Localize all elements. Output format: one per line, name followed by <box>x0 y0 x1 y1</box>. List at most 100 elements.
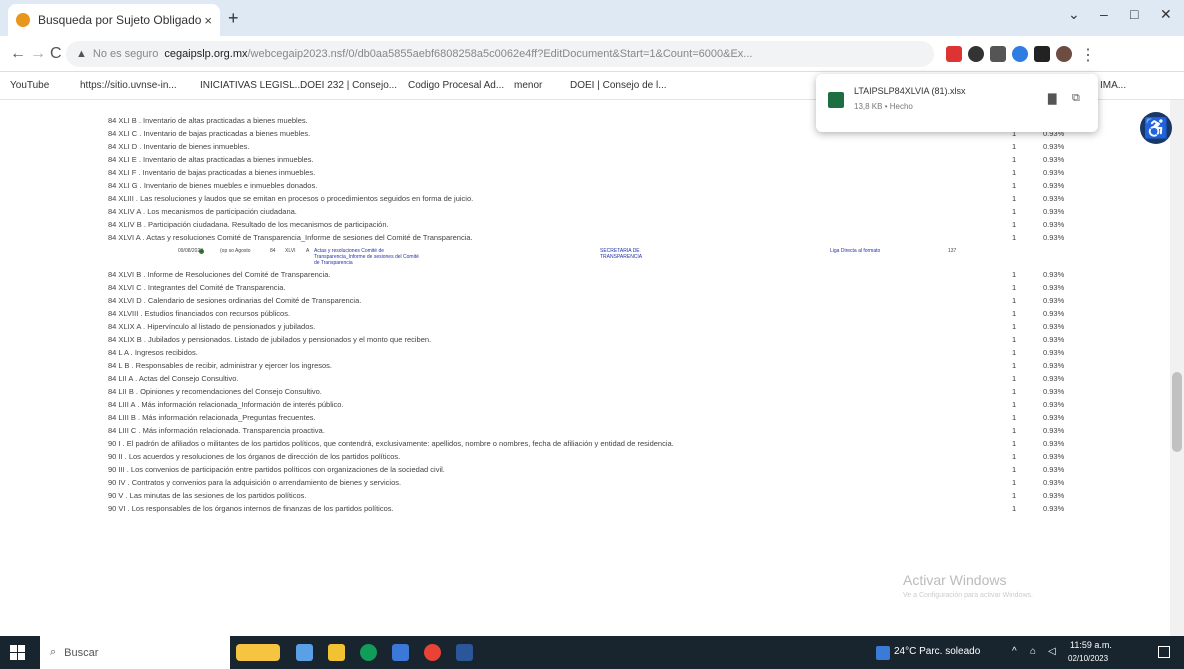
windows-start-icon[interactable] <box>10 645 25 660</box>
table-row[interactable]: 84 XLIII . Las resoluciones y laudos que… <box>0 192 1170 205</box>
row-label[interactable]: 90 II . Los acuerdos y resoluciones de l… <box>108 450 400 463</box>
row-label[interactable]: 84 LII B . Opiniones y recomendaciones d… <box>108 385 322 398</box>
bookmark-youtube[interactable]: YouTube <box>10 80 49 91</box>
table-row[interactable]: 84 L A . Ingresos recibidos. 1 0.93% <box>0 346 1170 359</box>
row-label[interactable]: 84 XLIV A . Los mecanismos de participac… <box>108 205 297 218</box>
detail-row[interactable]: 09/08/2023 (op so Agosto 84 XLVI A Actas y re… <box>108 244 1108 268</box>
accessibility-icon[interactable]: ♿ <box>1140 112 1172 144</box>
table-row[interactable]: 84 XLI D . Inventario de bienes inmueble… <box>0 140 1170 153</box>
row-label[interactable]: 84 XLVI B . Informe de Resoluciones del … <box>108 268 330 281</box>
scrollbar-thumb[interactable] <box>1172 372 1182 452</box>
row-label[interactable]: 84 XLVI C . Integrantes del Comité de Tr… <box>108 281 285 294</box>
chrome-icon[interactable] <box>424 644 441 661</box>
bookmark-item[interactable]: menor <box>514 80 542 91</box>
row-label[interactable]: 84 LIII B . Más información relacionada_… <box>108 411 316 424</box>
row-label[interactable]: 84 XLIV B . Participación ciudadana. Res… <box>108 218 389 231</box>
row-label[interactable]: 90 IV . Contratos y convenios para la ad… <box>108 476 401 489</box>
back-button[interactable]: ← <box>10 45 26 63</box>
row-label[interactable]: 84 L A . Ingresos recibidos. <box>108 346 198 359</box>
bookmark-item[interactable]: DOEI | Consejo de l... <box>570 80 667 91</box>
scrollbar[interactable] <box>1170 100 1184 636</box>
row-label[interactable]: 84 XLI B . Inventario de altas practicad… <box>108 114 308 127</box>
detail-area-link[interactable]: SECRETARIA DE TRANSPARENCIA <box>600 248 670 260</box>
table-row[interactable]: 90 IV . Contratos y convenios para la ad… <box>0 476 1170 489</box>
row-label[interactable]: 90 I . El padrón de afiliados o militant… <box>108 437 674 450</box>
bookmark-item[interactable]: https://sitio.uvnse-in... <box>80 80 177 91</box>
edge-icon[interactable] <box>360 644 377 661</box>
menu-icon[interactable]: ⋮ <box>1080 45 1096 65</box>
taskbar-search[interactable]: ⌕ Buscar <box>40 636 230 669</box>
row-label[interactable]: 84 LII A . Actas del Consejo Consultivo. <box>108 372 239 385</box>
task-view-icon[interactable] <box>296 644 313 661</box>
weather-text[interactable]: 24°C Parc. soleado <box>894 646 980 657</box>
bookmark-item[interactable]: IMA... <box>1100 80 1126 91</box>
table-row[interactable]: 84 XLVI D . Calendario de sesiones ordin… <box>0 294 1170 307</box>
table-row[interactable]: 84 LII B . Opiniones y recomendaciones d… <box>0 385 1170 398</box>
reload-button[interactable]: C <box>50 45 62 63</box>
table-row[interactable]: 84 XLVIII . Estudios financiados con rec… <box>0 307 1170 320</box>
browser-tab[interactable]: Busqueda por Sujeto Obligado × <box>8 4 220 36</box>
row-label[interactable]: 90 V . Las minutas de las sesiones de lo… <box>108 489 306 502</box>
row-label[interactable]: 90 III . Los convenios de participación … <box>108 463 445 476</box>
table-row[interactable]: 84 XLI G . Inventario de bienes muebles … <box>0 179 1170 192</box>
store-icon[interactable] <box>392 644 409 661</box>
row-label[interactable]: 84 LIII A . Más información relacionada_… <box>108 398 344 411</box>
minimize-button[interactable]: – <box>1100 6 1108 22</box>
close-window-button[interactable]: ✕ <box>1160 6 1172 23</box>
table-row[interactable]: 84 XLIV A . Los mecanismos de participac… <box>0 205 1170 218</box>
row-label[interactable]: 84 L B . Responsables de recibir, admini… <box>108 359 332 372</box>
table-row[interactable]: 84 L B . Responsables de recibir, admini… <box>0 359 1170 372</box>
table-row[interactable]: 84 XLVI B . Informe de Resoluciones del … <box>0 268 1170 281</box>
notification-icon[interactable] <box>1158 646 1170 658</box>
sidepanel-icon[interactable] <box>1034 46 1050 62</box>
reading-list-icon[interactable] <box>990 46 1006 62</box>
tab-close-icon[interactable]: × <box>204 13 212 28</box>
row-label[interactable]: 84 XLIX B . Jubilados y pensionados. Lis… <box>108 333 431 346</box>
download-icon[interactable] <box>1012 46 1028 62</box>
taskbar-widget-icon[interactable] <box>236 644 280 661</box>
row-label[interactable]: 84 XLVI D . Calendario de sesiones ordin… <box>108 294 361 307</box>
address-bar[interactable]: ▲ No es seguro cegaipslp.org.mx /webcega… <box>66 41 934 67</box>
new-tab-button[interactable]: + <box>228 8 239 29</box>
detail-format-link[interactable]: Liga Directa al formato <box>830 248 880 254</box>
open-external-icon[interactable]: ⧉ <box>1072 92 1080 105</box>
table-row[interactable]: 84 XLVI C . Integrantes del Comité de Tr… <box>0 281 1170 294</box>
profile-avatar[interactable] <box>1056 46 1072 62</box>
row-label[interactable]: 84 XLI E . Inventario de altas practicad… <box>108 153 314 166</box>
download-file-name[interactable]: LTAIPSLP84XLVIA (81).xlsx <box>854 86 966 96</box>
volume-icon[interactable]: ◁ <box>1048 646 1056 657</box>
table-row[interactable]: 84 XLI F . Inventario de bajas practicad… <box>0 166 1170 179</box>
row-label[interactable]: 90 VI . Los responsables de los órganos … <box>108 502 394 515</box>
clock-time[interactable]: 11:59 a.m. <box>1070 640 1112 650</box>
table-row[interactable]: 84 XLIX B . Jubilados y pensionados. Lis… <box>0 333 1170 346</box>
file-explorer-icon[interactable] <box>328 644 345 661</box>
table-row[interactable]: 90 V . Las minutas de las sesiones de lo… <box>0 489 1170 502</box>
table-row[interactable]: 90 II . Los acuerdos y resoluciones de l… <box>0 450 1170 463</box>
pdf-extension-icon[interactable] <box>946 46 962 62</box>
row-label[interactable]: 84 XLIII . Las resoluciones y laudos que… <box>108 192 473 205</box>
table-row[interactable]: 84 XLVI A . Actas y resoluciones Comité … <box>0 231 1170 244</box>
row-label[interactable]: 84 XLIX A . Hipervínculo al listado de p… <box>108 320 315 333</box>
network-icon[interactable]: ⌂ <box>1030 646 1036 657</box>
table-row[interactable]: 84 XLIV B . Participación ciudadana. Res… <box>0 218 1170 231</box>
bookmark-item[interactable]: Codigo Procesal Ad... <box>408 80 504 91</box>
folder-icon[interactable]: ▇ <box>1048 92 1056 105</box>
maximize-button[interactable]: □ <box>1130 6 1138 22</box>
clock-date[interactable]: 02/10/2023 <box>1068 654 1108 663</box>
row-label[interactable]: 84 XLVI A . Actas y resoluciones Comité … <box>108 231 473 244</box>
word-icon[interactable] <box>456 644 473 661</box>
table-row[interactable]: 90 VI . Los responsables de los órganos … <box>0 502 1170 515</box>
table-row[interactable]: 84 XLI E . Inventario de altas practicad… <box>0 153 1170 166</box>
forward-button[interactable]: → <box>30 45 46 63</box>
table-row[interactable]: 84 LIII C . Más información relacionada.… <box>0 424 1170 437</box>
row-label[interactable]: 84 LIII C . Más información relacionada.… <box>108 424 325 437</box>
row-label[interactable]: 84 XLI C . Inventario de bajas practicad… <box>108 127 310 140</box>
table-row[interactable]: 84 LII A . Actas del Consejo Consultivo.… <box>0 372 1170 385</box>
table-row[interactable]: 90 I . El padrón de afiliados o militant… <box>0 437 1170 450</box>
row-label[interactable]: 84 XLI D . Inventario de bienes inmueble… <box>108 140 249 153</box>
detail-title-link[interactable]: Actas y resoluciones Comité de Transpare… <box>314 248 424 266</box>
row-label[interactable]: 84 XLVIII . Estudios financiados con rec… <box>108 307 290 320</box>
tray-chevron-icon[interactable]: ^ <box>1012 646 1017 657</box>
bookmark-item[interactable]: DOEI 232 | Consejo... <box>300 80 397 91</box>
table-row[interactable]: 84 LIII B . Más información relacionada_… <box>0 411 1170 424</box>
